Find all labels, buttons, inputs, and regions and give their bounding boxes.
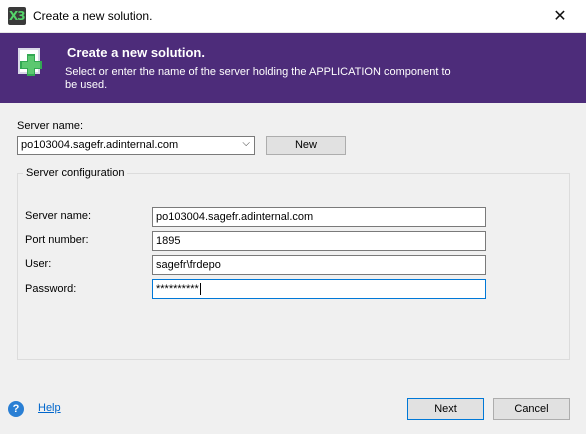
config-server-name-field[interactable]: po103004.sagefr.adinternal.com <box>152 207 486 227</box>
app-icon: X3 <box>8 7 26 25</box>
chevron-down-icon[interactable]: ⌵ <box>242 138 250 149</box>
password-value: ********** <box>156 283 199 295</box>
window-title: Create a new solution. <box>33 9 153 23</box>
server-configuration-legend: Server configuration <box>23 167 128 179</box>
text-caret <box>199 283 201 296</box>
new-button[interactable]: New <box>266 136 346 155</box>
password-label: Password: <box>25 283 77 295</box>
banner-description: Select or enter the name of the server h… <box>65 66 451 91</box>
config-server-name-label: Server name: <box>25 210 92 222</box>
server-name-combobox-value: po103004.sagefr.adinternal.com <box>21 139 179 151</box>
server-name-label: Server name: <box>17 120 84 132</box>
port-number-field[interactable]: 1895 <box>152 231 486 251</box>
close-icon: ✕ <box>553 6 567 25</box>
help-icon[interactable]: ? <box>8 401 24 417</box>
user-label: User: <box>25 258 52 270</box>
password-field[interactable]: ********** <box>152 279 486 299</box>
close-button[interactable]: ✕ <box>540 4 580 28</box>
banner-title: Create a new solution. <box>67 45 205 60</box>
cancel-button[interactable]: Cancel <box>493 398 570 420</box>
server-name-combobox[interactable]: po103004.sagefr.adinternal.com ⌵ <box>17 136 255 155</box>
help-link[interactable]: Help <box>38 402 61 414</box>
next-button[interactable]: Next <box>407 398 484 420</box>
user-field[interactable]: sagefr\frdepo <box>152 255 486 275</box>
add-solution-icon <box>18 48 42 76</box>
port-number-label: Port number: <box>25 234 89 246</box>
